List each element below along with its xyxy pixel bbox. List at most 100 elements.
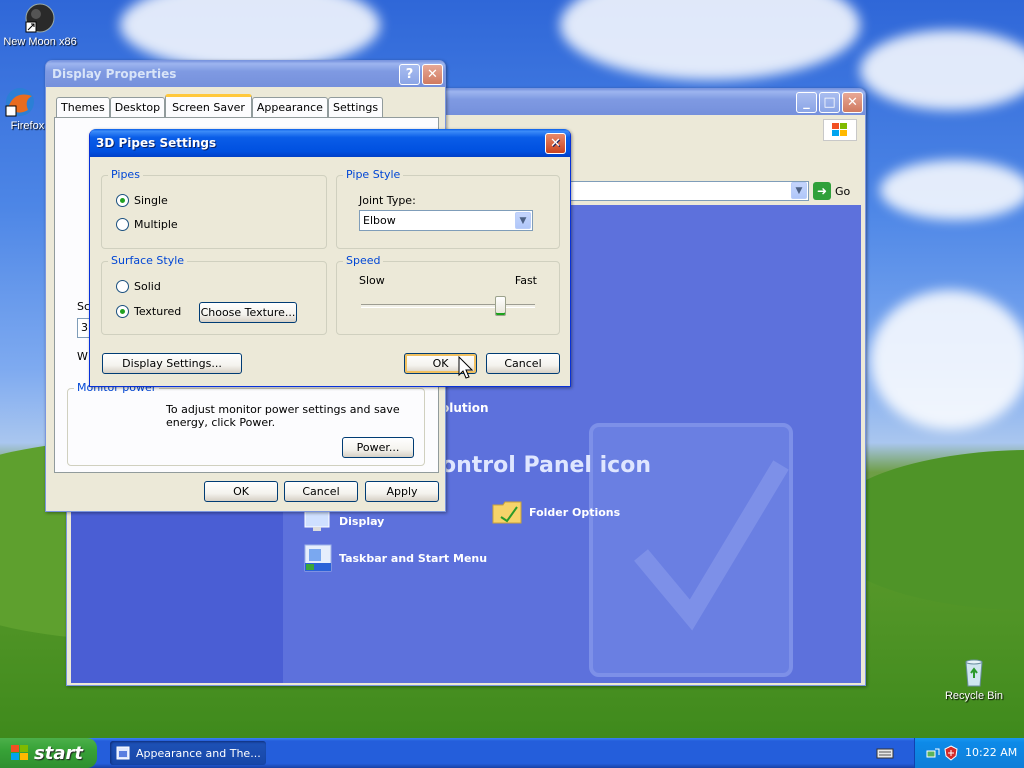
surface-style-group: Surface Style Solid Textured Choose Text… <box>101 254 327 335</box>
radio-label: Textured <box>134 305 182 318</box>
dialog-title: 3D Pipes Settings <box>96 136 217 150</box>
close-button[interactable]: ✕ <box>422 64 443 85</box>
cancel-button[interactable]: Cancel <box>486 353 560 374</box>
folder-options-label: Folder Options <box>529 505 621 519</box>
cloud <box>860 30 1024 110</box>
single-radio[interactable]: Single <box>116 194 168 207</box>
tab-appearance[interactable]: Appearance <box>251 97 328 117</box>
speed-slider-track[interactable] <box>361 304 535 308</box>
tab-strip: Themes Desktop Screen Saver Appearance S… <box>56 94 384 117</box>
start-button[interactable]: start <box>0 738 97 768</box>
start-label: start <box>34 742 83 764</box>
desktop-icon-label: Recycle Bin <box>944 690 1004 702</box>
power-button[interactable]: Power... <box>342 437 414 458</box>
pipes-dialog-titlebar: 3D Pipes Settings ✕ <box>90 129 570 157</box>
radio-label: Multiple <box>134 218 178 231</box>
radio-dot <box>116 194 129 207</box>
chevron-down-icon: ▼ <box>791 182 807 199</box>
go-label: Go <box>835 184 851 198</box>
multiple-radio[interactable]: Multiple <box>116 218 178 231</box>
speed-group: Speed Slow Fast <box>336 254 560 335</box>
security-shield-icon[interactable] <box>943 745 959 761</box>
folder-icon <box>491 499 523 525</box>
desktop: New Moon x86 Firefox 4 Recycle Bin _ □ ✕ <box>0 0 1024 738</box>
help-button[interactable]: ? <box>399 64 420 85</box>
display-icon <box>303 509 333 533</box>
firefox-icon <box>4 86 36 118</box>
go-arrow-icon: ➜ <box>813 182 831 200</box>
control-panel-icon <box>116 746 130 760</box>
joint-type-value: Elbow <box>363 214 396 227</box>
pick-icon-heading: ontrol Panel icon <box>441 453 651 478</box>
taskbar-item-label: Appearance and The... <box>136 746 261 760</box>
display-label: Display <box>339 514 385 528</box>
taskbar-start-menu-label: Taskbar and Start Menu <box>339 551 488 565</box>
display-properties-titlebar: Display Properties ? ✕ <box>46 61 445 87</box>
radio-label: Solid <box>134 280 161 293</box>
tab-label: Themes <box>61 101 105 114</box>
tab-label: Settings <box>332 101 379 114</box>
taskbar-start-menu-item[interactable]: Taskbar and Start Menu <box>303 543 487 573</box>
mouse-cursor-icon <box>458 356 474 379</box>
pipes-settings-dialog: 3D Pipes Settings ✕ Pipes Single Multipl… <box>89 129 571 387</box>
radio-dot <box>116 218 129 231</box>
minimize-button[interactable]: _ <box>796 92 817 113</box>
pipe-style-group: Pipe Style Joint Type: Elbow ▼ <box>336 168 560 249</box>
cloud <box>870 290 1024 430</box>
close-button[interactable]: ✕ <box>545 133 566 154</box>
taskbar-item-control-panel[interactable]: Appearance and The... <box>110 741 266 765</box>
window-title: Display Properties <box>52 67 177 81</box>
tab-screen-saver[interactable]: Screen Saver <box>165 94 252 117</box>
cloud <box>560 0 860 80</box>
radio-label: Single <box>134 194 168 207</box>
joint-type-select[interactable]: Elbow ▼ <box>359 210 533 231</box>
moon-icon <box>24 2 56 34</box>
display-settings-button[interactable]: Display Settings... <box>102 353 242 374</box>
tab-label: Desktop <box>114 101 161 114</box>
taskbar: start Appearance and The... 10:22 AM <box>0 738 1024 768</box>
chevron-down-icon: ▼ <box>515 212 531 229</box>
tab-label: Screen Saver <box>172 100 245 114</box>
tab-settings[interactable]: Settings <box>327 97 384 117</box>
solid-radio[interactable]: Solid <box>116 280 161 293</box>
tab-themes[interactable]: Themes <box>56 97 110 117</box>
desktop-icon-label: New Moon x86 <box>3 36 77 48</box>
windows-logo-icon <box>823 119 857 141</box>
close-button[interactable]: ✕ <box>842 92 863 113</box>
network-icon[interactable] <box>925 745 941 761</box>
surface-style-legend: Surface Style <box>108 254 188 267</box>
taskbar-icon <box>303 543 333 573</box>
tab-label: Appearance <box>256 101 323 114</box>
clock[interactable]: 10:22 AM <box>965 746 1017 759</box>
speed-slider-thumb[interactable] <box>494 296 506 316</box>
textured-radio[interactable]: Textured <box>116 305 181 318</box>
recycle-bin-icon <box>958 656 990 688</box>
wait-label-fragment: W <box>77 350 88 363</box>
apply-button[interactable]: Apply <box>365 481 439 502</box>
go-button[interactable]: ➜ Go <box>813 182 850 200</box>
choose-texture-button[interactable]: Choose Texture... <box>199 302 297 323</box>
solution-text: olution <box>441 401 489 415</box>
new-moon-desktop-icon[interactable]: New Moon x86 <box>0 2 80 48</box>
windows-flag-icon <box>10 744 30 762</box>
monitor-power-description: To adjust monitor power settings and sav… <box>166 403 400 429</box>
radio-dot <box>116 280 129 293</box>
energy-star-icon <box>82 397 112 421</box>
keyboard-icon[interactable] <box>876 746 894 760</box>
address-dropdown[interactable]: ▼ <box>790 181 808 202</box>
maximize-button[interactable]: □ <box>819 92 840 113</box>
ok-button[interactable]: OK <box>204 481 278 502</box>
tab-desktop[interactable]: Desktop <box>109 97 166 117</box>
cancel-button[interactable]: Cancel <box>284 481 358 502</box>
recycle-bin-desktop-icon[interactable]: Recycle Bin <box>934 656 1014 702</box>
cloud <box>880 160 1024 220</box>
slow-label: Slow <box>359 274 385 287</box>
system-tray: 10:22 AM <box>914 738 1024 768</box>
display-item[interactable]: Display <box>303 509 384 533</box>
watermark-icon <box>589 423 793 677</box>
folder-options-item[interactable]: Folder Options <box>491 499 620 525</box>
pipes-group: Pipes Single Multiple <box>101 168 327 249</box>
speed-legend: Speed <box>343 254 384 267</box>
fast-label: Fast <box>514 274 537 287</box>
pipes-legend: Pipes <box>108 168 143 181</box>
